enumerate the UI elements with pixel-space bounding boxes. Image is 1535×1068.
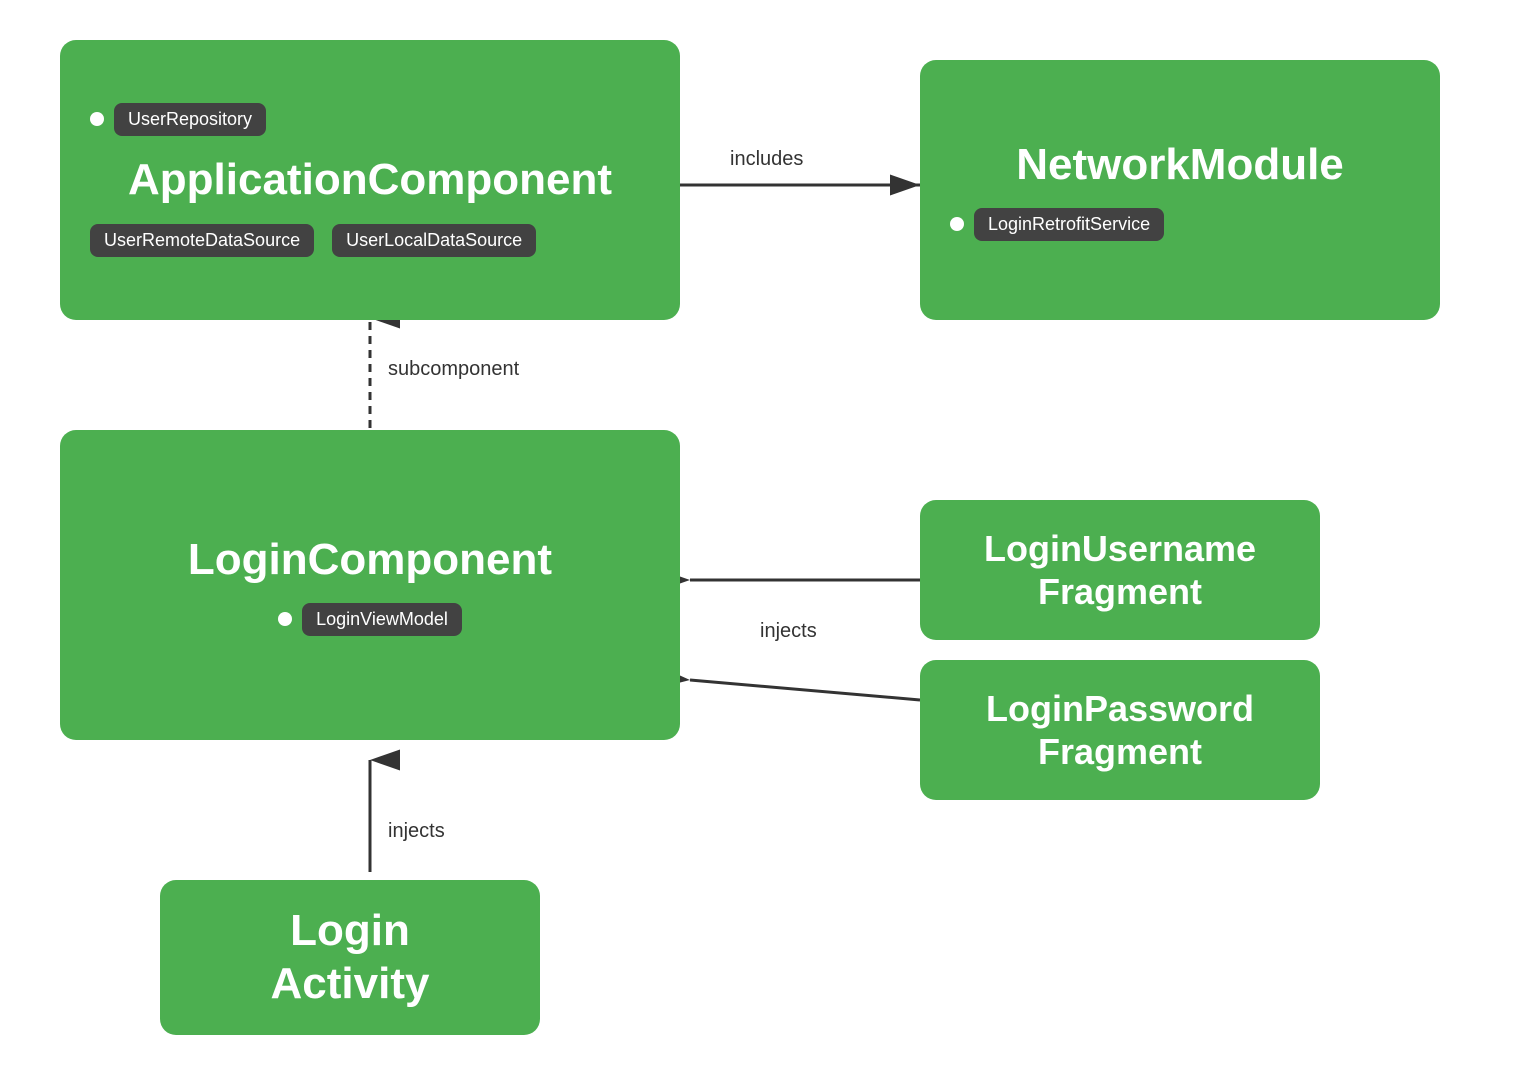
login-viewmodel-badge: LoginViewModel [302,603,462,636]
application-component-box: UserRepository ApplicationComponent User… [60,40,680,320]
user-repository-badge: UserRepository [114,103,266,136]
dot-login-retrofit [950,217,964,231]
subcomponent-label: subcomponent [388,358,519,381]
dot-user-repository [90,112,104,126]
login-activity-title: LoginActivity [271,905,430,1011]
includes-label: includes [730,148,803,171]
diagram-container: UserRepository ApplicationComponent User… [0,0,1535,1068]
network-module-title: NetworkModule [1016,140,1344,189]
login-username-fragment-box: LoginUsernameFragment [920,500,1320,640]
dot-login-viewmodel [278,612,292,626]
login-username-fragment-title: LoginUsernameFragment [984,527,1256,613]
injects-label-1: injects [760,620,817,643]
login-component-box: LoginComponent LoginViewModel [60,430,680,740]
login-password-fragment-box: LoginPasswordFragment [920,660,1320,800]
login-activity-box: LoginActivity [160,880,540,1035]
login-password-fragment-title: LoginPasswordFragment [986,687,1254,773]
injects-label-2: injects [388,820,445,843]
application-component-title: ApplicationComponent [128,155,612,204]
network-module-box: NetworkModule LoginRetrofitService [920,60,1440,320]
login-retrofit-service-badge: LoginRetrofitService [974,208,1164,241]
login-component-title: LoginComponent [188,534,552,587]
user-remote-datasource-badge: UserRemoteDataSource [90,224,314,257]
user-local-datasource-badge: UserLocalDataSource [332,224,536,257]
